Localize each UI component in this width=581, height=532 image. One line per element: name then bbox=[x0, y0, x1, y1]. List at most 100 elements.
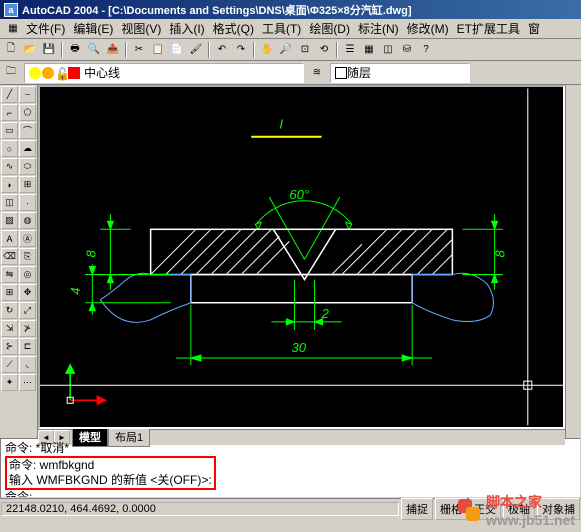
menu-view[interactable]: 视图(V) bbox=[117, 18, 165, 39]
rotate-icon[interactable]: ↻ bbox=[1, 302, 18, 319]
menu-insert[interactable]: 插入(I) bbox=[165, 18, 208, 39]
move-icon[interactable]: ✥ bbox=[19, 284, 36, 301]
redo-icon[interactable]: ↷ bbox=[232, 41, 250, 59]
dim-8-left bbox=[100, 214, 130, 289]
spline-icon[interactable]: ∿ bbox=[1, 158, 18, 175]
menu-file[interactable]: 文件(F) bbox=[22, 18, 69, 39]
point-icon[interactable]: · bbox=[19, 194, 36, 211]
block-icon[interactable]: ◫ bbox=[1, 194, 18, 211]
layer-match-icon[interactable]: ≋ bbox=[308, 64, 326, 82]
undo-icon[interactable]: ↶ bbox=[213, 41, 231, 59]
separator bbox=[253, 42, 255, 58]
zoom-prev-icon[interactable]: ⟲ bbox=[315, 41, 333, 59]
chamfer-icon[interactable]: ⟋ bbox=[1, 356, 18, 373]
app-menu-icon[interactable]: ▦ bbox=[4, 20, 22, 38]
insert-icon[interactable]: ⊞ bbox=[19, 176, 36, 193]
menu-edit[interactable]: 编辑(E) bbox=[69, 18, 117, 39]
tab-layout1[interactable]: 布局1 bbox=[108, 427, 150, 447]
explode-icon[interactable]: ✦ bbox=[1, 374, 18, 391]
scale-icon[interactable]: ⤢ bbox=[19, 302, 36, 319]
hscroll-bar: ◄ ► 模型 布局1 bbox=[38, 429, 565, 445]
pline-icon[interactable]: ⌐ bbox=[1, 104, 18, 121]
text-I: I bbox=[279, 117, 283, 132]
menu-draw[interactable]: 绘图(D) bbox=[305, 18, 354, 39]
bylayer-combo[interactable]: 随层 bbox=[330, 63, 470, 83]
trim-icon[interactable]: ⊁ bbox=[19, 320, 36, 337]
snap-button[interactable]: 捕捉 bbox=[401, 498, 433, 520]
v-groove bbox=[273, 229, 335, 279]
copy-icon[interactable]: 📋 bbox=[149, 41, 167, 59]
cmd-highlight: 命令: wmfbkgnd 输入 WMFBKGND 的新值 <关(OFF)>: bbox=[5, 456, 216, 490]
new-icon[interactable]: 🗋 bbox=[2, 41, 20, 59]
ellipse-icon[interactable]: ⬭ bbox=[19, 158, 36, 175]
dcenter-icon[interactable]: ▦ bbox=[360, 41, 378, 59]
menu-modify[interactable]: 修改(M) bbox=[403, 18, 453, 39]
pan-icon[interactable]: ✋ bbox=[258, 41, 276, 59]
mtext-icon[interactable]: Ⓐ bbox=[19, 230, 36, 247]
separator bbox=[208, 42, 210, 58]
menu-dim[interactable]: 标注(N) bbox=[354, 18, 403, 39]
break-line-left bbox=[100, 273, 191, 322]
text-icon[interactable]: A bbox=[1, 230, 18, 247]
arc-icon[interactable]: ⌒ bbox=[19, 122, 36, 139]
toolpal-icon[interactable]: ◫ bbox=[379, 41, 397, 59]
match-icon[interactable]: 🖌 bbox=[187, 41, 205, 59]
help-icon[interactable]: ? bbox=[417, 41, 435, 59]
toolbar-standard: 🗋 📂 💾 🖶 🔍 📤 ✂ 📋 📄 🖌 ↶ ↷ ✋ 🔎 ⊡ ⟲ ☰ ▦ ◫ ⛁ … bbox=[0, 39, 581, 61]
mirror-icon[interactable]: ⇋ bbox=[1, 266, 18, 283]
more-icon[interactable]: ⋯ bbox=[19, 374, 36, 391]
break-icon[interactable]: ⊏ bbox=[19, 338, 36, 355]
layer-bar: 🗀 🔓 中心线 ≋ 随层 bbox=[0, 61, 581, 85]
zoom-rt-icon[interactable]: 🔎 bbox=[277, 41, 295, 59]
cmd-line-3: 输入 WMFBKGND 的新值 <关(OFF)>: bbox=[9, 473, 212, 488]
circle-icon[interactable]: ○ bbox=[1, 140, 18, 157]
menu-et[interactable]: ET扩展工具 bbox=[453, 18, 524, 39]
titlebar: a AutoCAD 2004 - [C:\Documents and Setti… bbox=[0, 0, 581, 19]
menu-tools[interactable]: 工具(T) bbox=[258, 18, 305, 39]
menu-window[interactable]: 窗 bbox=[524, 18, 544, 39]
dim-8-left-text: 8 bbox=[83, 249, 98, 257]
print-icon[interactable]: 🖶 bbox=[66, 41, 84, 59]
publish-icon[interactable]: 📤 bbox=[104, 41, 122, 59]
bylayer-label: 随层 bbox=[347, 64, 371, 81]
region-icon[interactable]: ◍ bbox=[19, 212, 36, 229]
rect-icon[interactable]: ▭ bbox=[1, 122, 18, 139]
dbconn-icon[interactable]: ⛁ bbox=[398, 41, 416, 59]
angle-arc bbox=[256, 201, 352, 224]
xline-icon[interactable]: ⎯ bbox=[19, 86, 36, 103]
dim-8-right-text: 8 bbox=[493, 249, 508, 257]
polygon-icon[interactable]: ⬠ bbox=[19, 104, 36, 121]
zoom-win-icon[interactable]: ⊡ bbox=[296, 41, 314, 59]
preview-icon[interactable]: 🔍 bbox=[85, 41, 103, 59]
bulb-icon bbox=[29, 67, 41, 79]
line-icon[interactable]: ╱ bbox=[1, 86, 18, 103]
hatch-icon[interactable]: ▨ bbox=[1, 212, 18, 229]
cut-icon[interactable]: ✂ bbox=[130, 41, 148, 59]
vscroll-bar[interactable] bbox=[565, 85, 581, 438]
copy2-icon[interactable]: ⎘ bbox=[19, 248, 36, 265]
swatch-icon bbox=[68, 67, 80, 79]
app-icon: a bbox=[4, 3, 18, 17]
erase-icon[interactable]: ⌫ bbox=[1, 248, 18, 265]
fillet-icon[interactable]: ◟ bbox=[19, 356, 36, 373]
stretch-icon[interactable]: ⇲ bbox=[1, 320, 18, 337]
offset-icon[interactable]: ◎ bbox=[19, 266, 36, 283]
drawing-canvas[interactable]: I 60° bbox=[38, 85, 565, 429]
sun-icon bbox=[42, 67, 54, 79]
array-icon[interactable]: ⊞ bbox=[1, 284, 18, 301]
watermark: 脚本之家 www.jb51.net bbox=[454, 492, 575, 528]
extend-icon[interactable]: ⊱ bbox=[1, 338, 18, 355]
layer-combo[interactable]: 🔓 中心线 bbox=[24, 63, 304, 83]
open-icon[interactable]: 📂 bbox=[21, 41, 39, 59]
save-icon[interactable]: 💾 bbox=[40, 41, 58, 59]
earc-icon[interactable]: ◗ bbox=[1, 176, 18, 193]
tab-model[interactable]: 模型 bbox=[72, 427, 108, 447]
top-plate bbox=[151, 229, 453, 274]
revcloud-icon[interactable]: ☁ bbox=[19, 140, 36, 157]
props-icon[interactable]: ☰ bbox=[341, 41, 359, 59]
layer-props-icon[interactable]: 🗀 bbox=[2, 64, 20, 82]
cmd-line-2: 命令: wmfbkgnd bbox=[9, 458, 212, 473]
paste-icon[interactable]: 📄 bbox=[168, 41, 186, 59]
break-line-right bbox=[412, 273, 493, 321]
menu-format[interactable]: 格式(Q) bbox=[209, 18, 258, 39]
